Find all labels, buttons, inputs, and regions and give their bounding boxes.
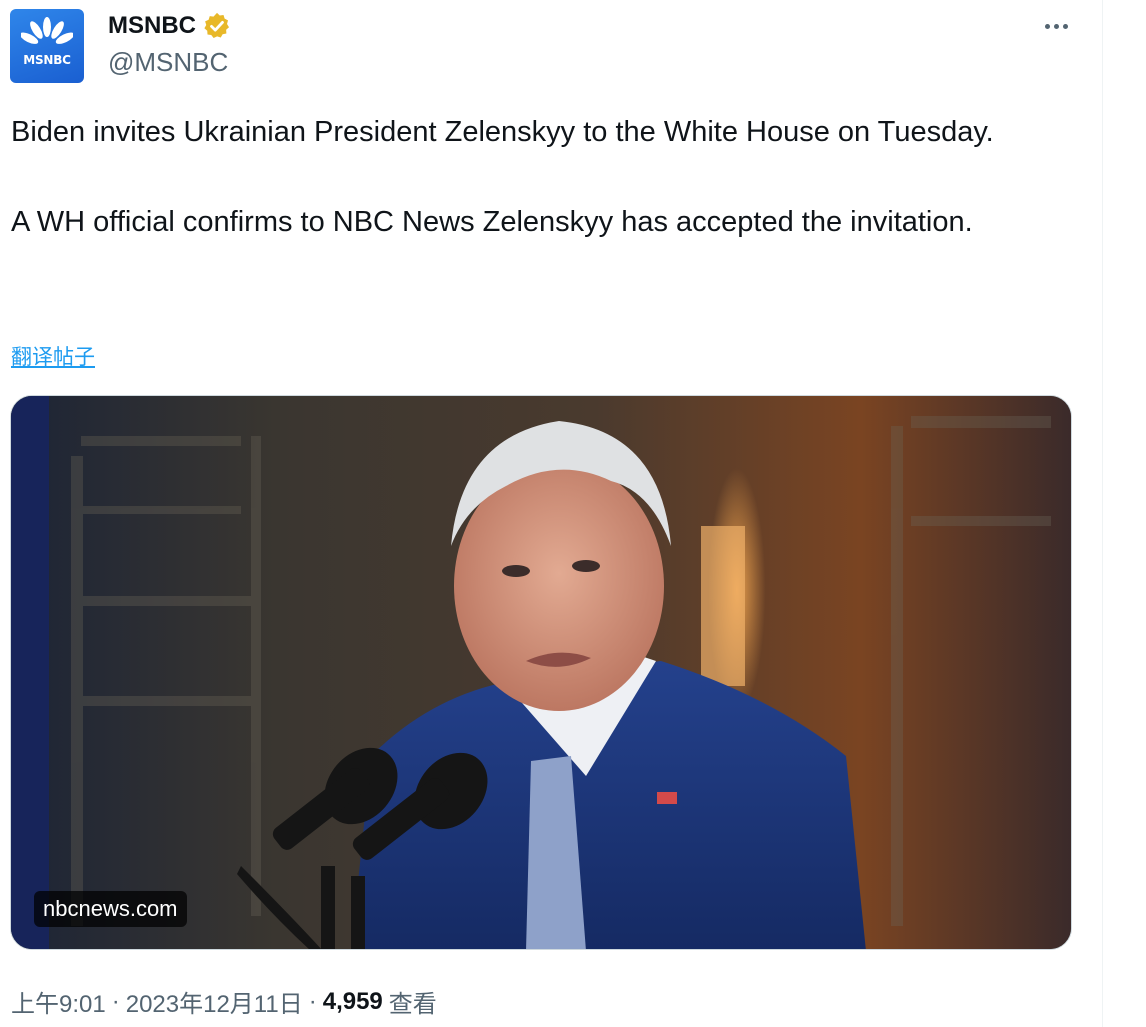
views-count: 4,959: [322, 987, 383, 1015]
tweet-paragraph: Biden invites Ukrainian President Zelens…: [11, 116, 994, 148]
tweet-time[interactable]: 上午9:01: [11, 984, 106, 1019]
avatar-wordmark: MSNBC: [23, 53, 71, 67]
speaker-photo: [11, 396, 1071, 949]
tweet-paragraph: A WH official confirms to NBC News Zelen…: [11, 206, 973, 238]
tweet-meta: 上午9:01 · 2023年12月11日 · 4,959 查看: [11, 984, 437, 1019]
meta-separator: ·: [111, 987, 120, 1015]
tweet-media-image[interactable]: [10, 395, 1072, 950]
tweet-text: Biden invites Ukrainian President Zelens…: [11, 110, 1061, 245]
peacock-logo-icon: [21, 17, 73, 44]
tweet-date[interactable]: 2023年12月11日: [126, 984, 303, 1019]
meta-separator: ·: [308, 987, 317, 1015]
display-name[interactable]: MSNBC: [108, 12, 196, 40]
dot: [1044, 23, 1050, 29]
msnbc-avatar[interactable]: MSNBC: [10, 9, 84, 83]
account-handle[interactable]: @MSNBC: [108, 47, 228, 78]
verified-badge-icon[interactable]: [202, 11, 232, 41]
column-divider: [1102, 0, 1103, 1027]
views-label: 查看: [388, 991, 437, 1018]
translate-post-link[interactable]: 翻译帖子: [11, 341, 95, 371]
dot: [1062, 23, 1068, 29]
more-options-button[interactable]: [1036, 10, 1076, 42]
media-source-badge[interactable]: nbcnews.com: [34, 891, 187, 927]
dot: [1053, 23, 1059, 29]
account-name-row: MSNBC: [108, 10, 232, 42]
